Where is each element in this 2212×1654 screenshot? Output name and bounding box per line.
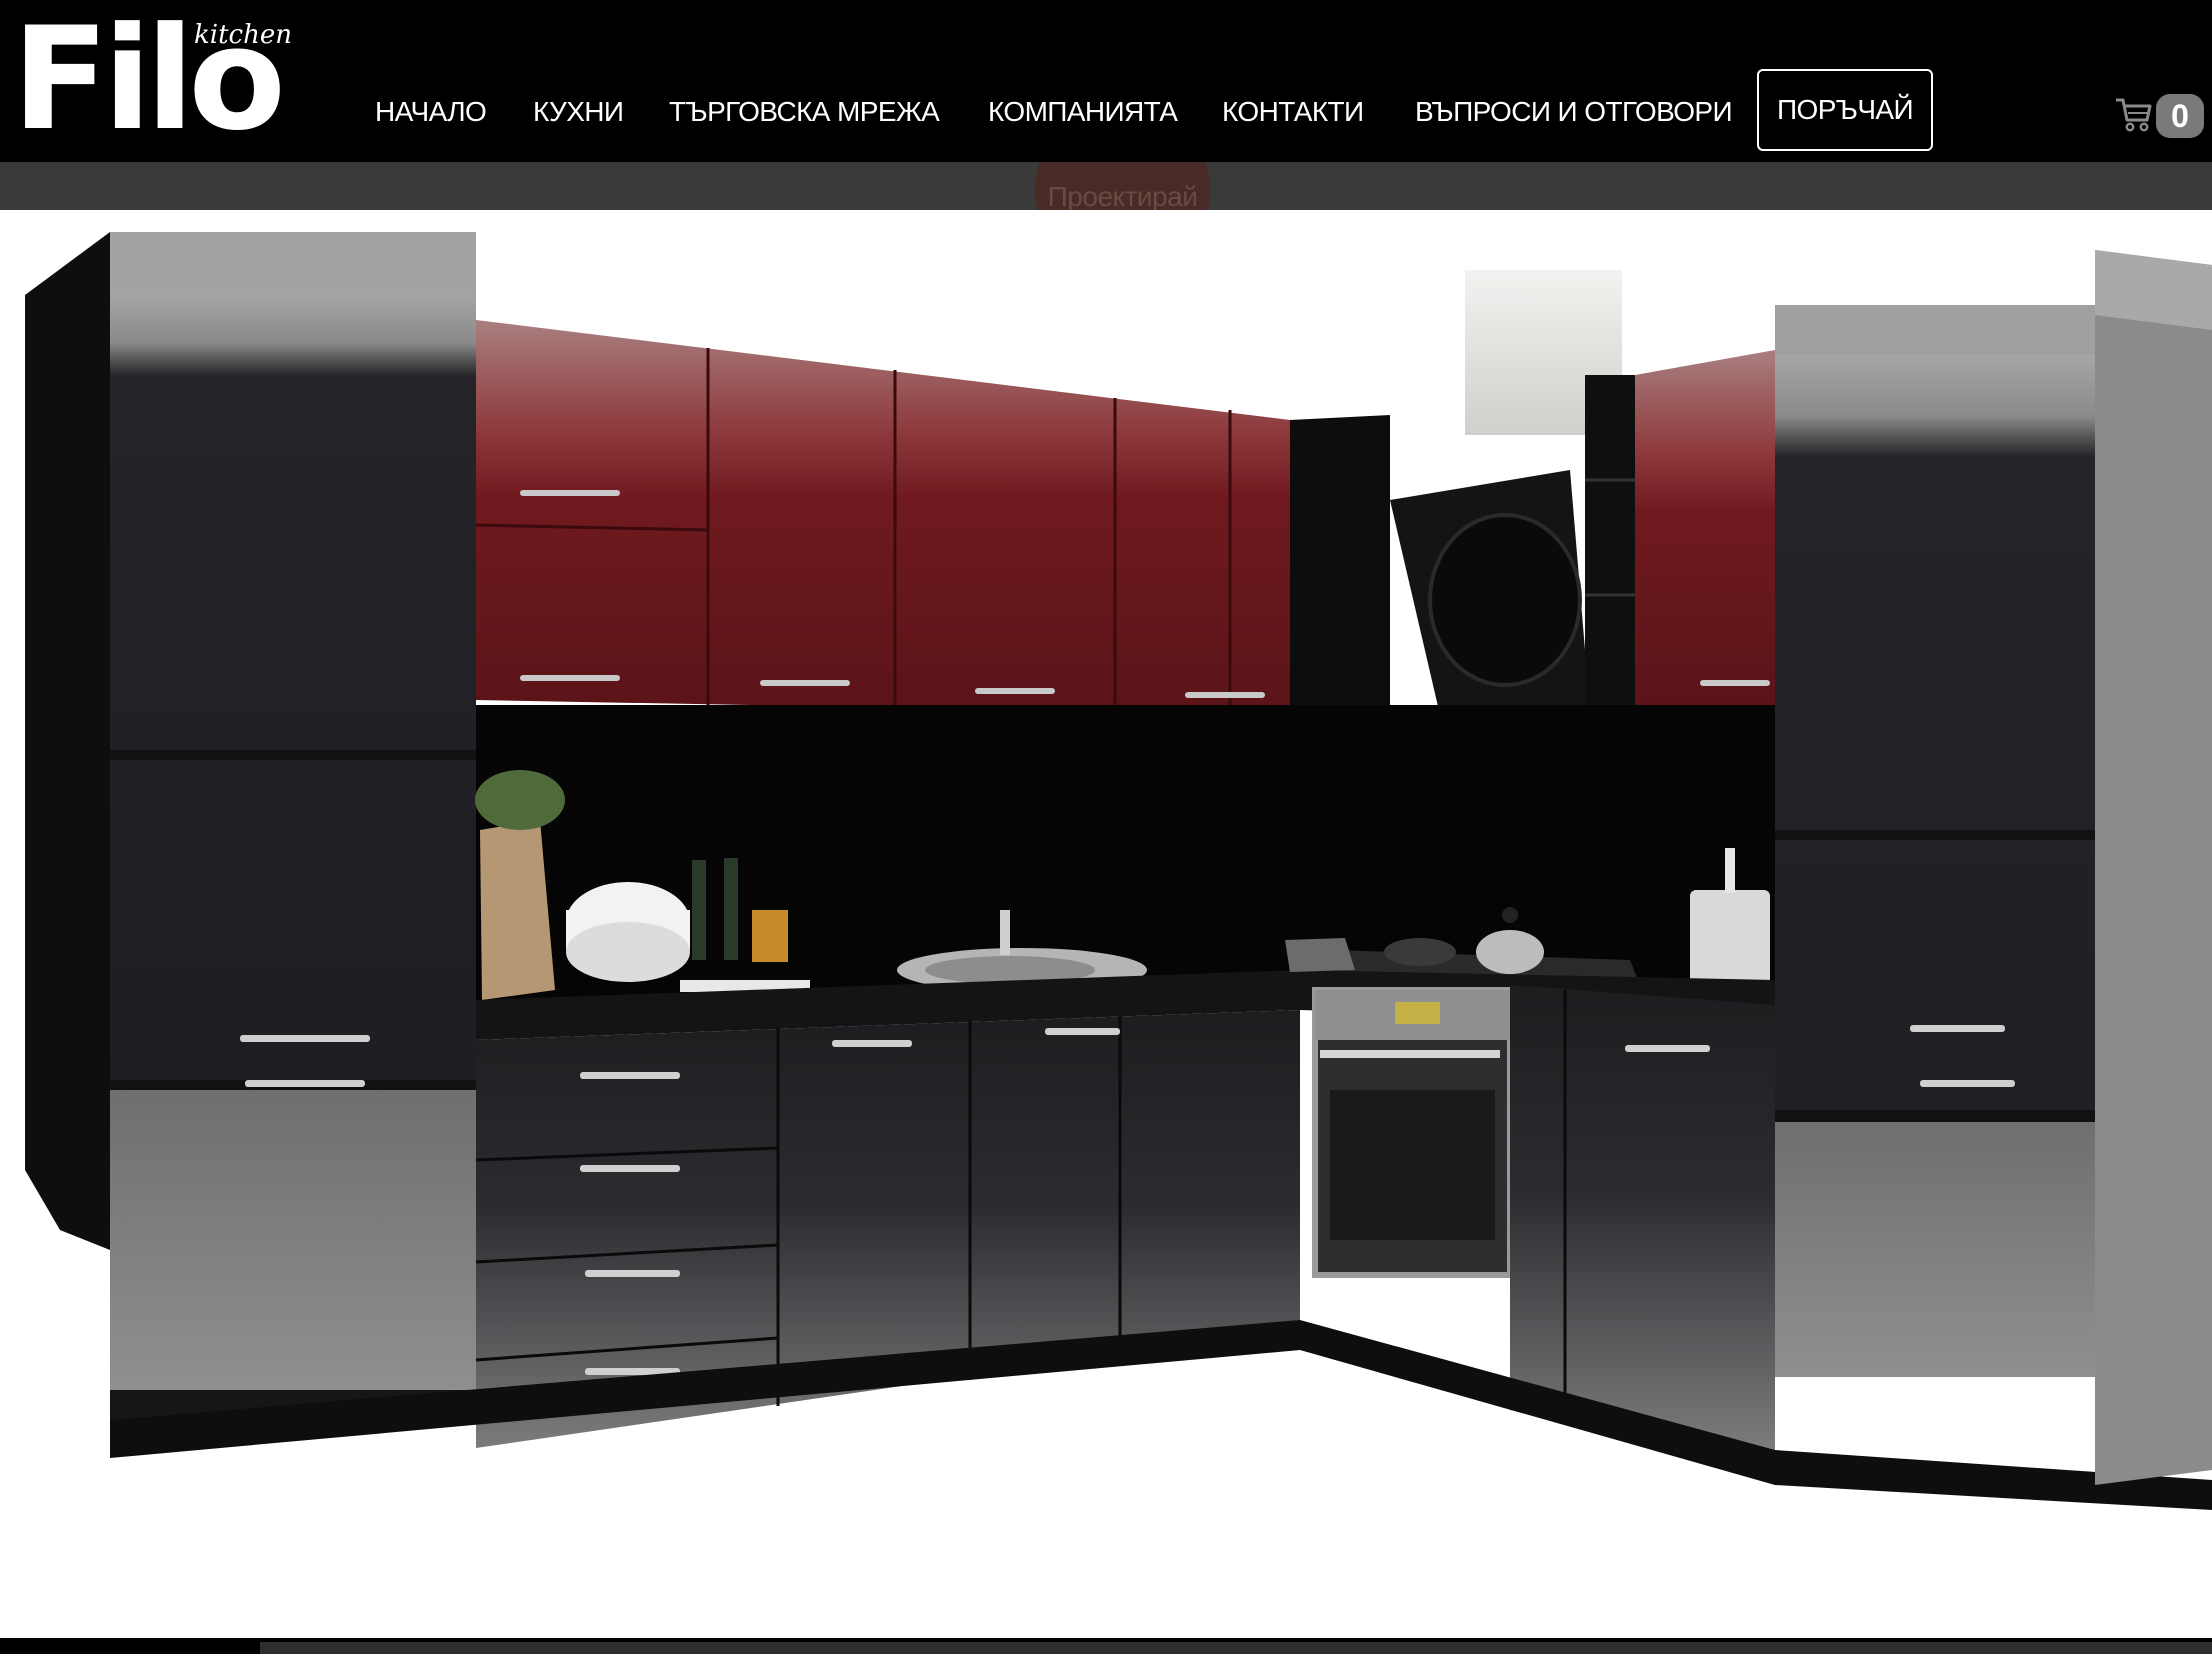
nav-item-faq[interactable]: ВЪПРОСИ И ОТГОВОРИ [1415,92,1733,132]
design-kitchen-label: Проектирай [1047,181,1198,210]
order-button[interactable]: ПОРЪЧАЙ [1757,69,1933,151]
kitchen-render-image [25,232,2212,1510]
filo-logo[interactable]: Filo kitchen [12,9,292,151]
cart-count-badge: 0 [2156,94,2204,138]
bottom-strip-segment [260,1642,2212,1654]
nav-item-retail-network[interactable]: ТЪРГОВСКА МРЕЖА [669,92,940,132]
hero-banner [0,210,2212,1638]
nav-item-contacts[interactable]: КОНТАКТИ [1222,92,1364,132]
cart-icon [2116,98,2152,132]
logo-tagline: kitchen [194,20,292,50]
cart-button[interactable]: 0 [2112,92,2207,140]
site-header: Filo kitchen НАЧАЛО КУХНИ ТЪРГОВСКА МРЕЖ… [0,0,2212,162]
nav-item-company[interactable]: КОМПАНИЯТА [988,92,1178,132]
sub-bar: Проектирай [0,162,2212,210]
nav-item-home[interactable]: НАЧАЛО [375,92,487,132]
nav-item-kitchens[interactable]: КУХНИ [533,92,624,132]
bottom-strip [0,1638,2212,1654]
